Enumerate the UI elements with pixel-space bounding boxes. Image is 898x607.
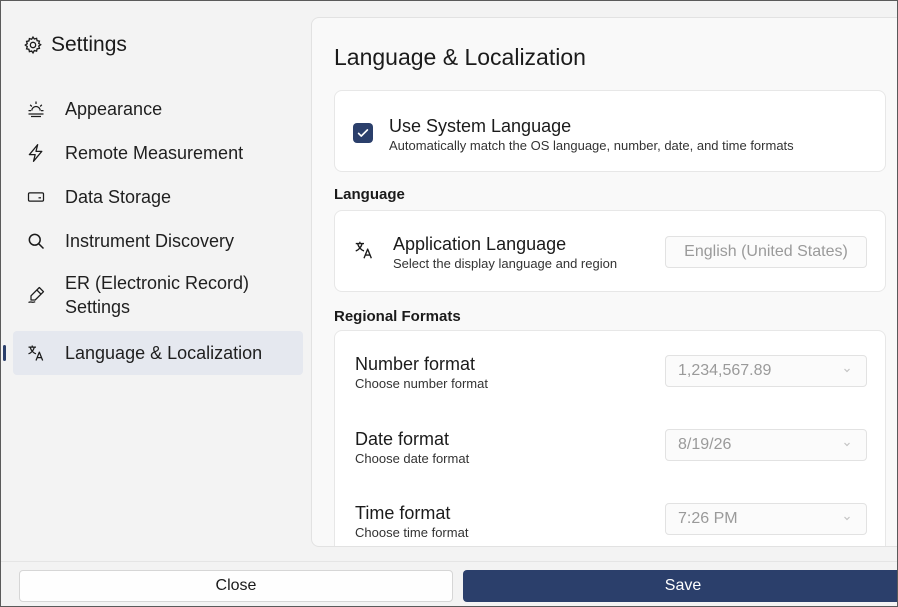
number-format-title: Number format — [355, 354, 476, 374]
sidebar-item-er-settings[interactable]: ER (Electronic Record) Settings — [13, 263, 303, 327]
search-icon — [25, 230, 47, 252]
sidebar-item-remote-measurement[interactable]: Remote Measurement — [13, 131, 303, 175]
number-format-select[interactable]: 1,234,567.89 — [665, 355, 867, 387]
number-format-value: 1,234,567.89 — [678, 362, 772, 379]
date-format-select[interactable]: 8/19/26 — [665, 429, 867, 461]
sidebar-title: Settings — [51, 33, 127, 56]
application-language-description: Select the display language and region — [393, 256, 618, 271]
date-format-value: 8/19/26 — [678, 436, 732, 453]
checkmark-icon — [357, 129, 369, 137]
gear-icon — [23, 35, 43, 55]
settings-content: Language & Localization Use System Langu… — [311, 17, 897, 547]
date-format-row: Date format Choose date format — [355, 428, 469, 467]
sidebar-item-appearance[interactable]: Appearance — [13, 87, 303, 131]
system-language-description: Automatically match the OS language, num… — [389, 138, 794, 153]
chevron-down-icon — [842, 513, 852, 523]
close-button[interactable]: Close — [19, 570, 453, 602]
sidebar-item-data-storage[interactable]: Data Storage — [13, 175, 303, 219]
page-title: Language & Localization — [334, 44, 586, 70]
sidebar-item-label: Instrument Discovery — [65, 231, 235, 251]
drive-icon — [25, 186, 47, 208]
translate-icon — [25, 342, 47, 364]
regional-formats-section-label: Regional Formats — [334, 308, 461, 325]
number-format-row: Number format Choose number format — [355, 353, 488, 392]
regional-formats-card: Number format Choose number format 1,234… — [334, 330, 886, 546]
use-system-language-checkbox[interactable] — [353, 123, 373, 143]
sidebar-item-label: Appearance — [65, 99, 163, 119]
system-language-title: Use System Language — [389, 116, 572, 136]
sidebar-item-label: ER (Electronic Record) Settings — [65, 273, 250, 317]
settings-window: Settings Appearance Remote Measurement D… — [0, 0, 898, 607]
sidebar-item-label: Remote Measurement — [65, 143, 244, 163]
time-format-title: Time format — [355, 503, 451, 523]
date-format-description: Choose date format — [355, 451, 470, 466]
sidebar-item-label: Language & Localization — [65, 343, 263, 363]
system-language-card: Use System Language Automatically match … — [334, 90, 886, 172]
translate-icon — [353, 239, 375, 261]
time-format-select[interactable]: 7:26 PM — [665, 503, 867, 535]
lightning-icon — [25, 142, 47, 164]
dialog-footer: Close Save — [1, 561, 897, 606]
date-format-title: Date format — [355, 429, 450, 449]
application-language-card: Application Language Select the display … — [334, 210, 886, 292]
sidebar-item-instrument-discovery[interactable]: Instrument Discovery — [13, 219, 303, 263]
language-section-label: Language — [334, 186, 405, 203]
time-format-description: Choose time format — [355, 525, 469, 540]
number-format-description: Choose number format — [355, 376, 488, 391]
application-language-title: Application Language — [393, 234, 567, 254]
sunrise-icon — [25, 98, 47, 120]
signature-icon — [25, 284, 47, 306]
sidebar-item-label: Data Storage — [65, 187, 172, 207]
sidebar-header: Settings — [23, 33, 127, 57]
sidebar: Settings Appearance Remote Measurement D… — [1, 1, 311, 561]
application-language-select[interactable]: English (United States) — [665, 236, 867, 268]
time-format-row: Time format Choose time format — [355, 502, 468, 541]
application-language-value: English (United States) — [684, 243, 848, 260]
sidebar-item-language-localization[interactable]: Language & Localization — [3, 331, 303, 375]
save-button[interactable]: Save — [463, 570, 897, 602]
sidebar-nav: Appearance Remote Measurement Data Stora… — [3, 87, 303, 375]
chevron-down-icon — [842, 365, 852, 375]
time-format-value: 7:26 PM — [678, 510, 738, 527]
chevron-down-icon — [842, 439, 852, 449]
